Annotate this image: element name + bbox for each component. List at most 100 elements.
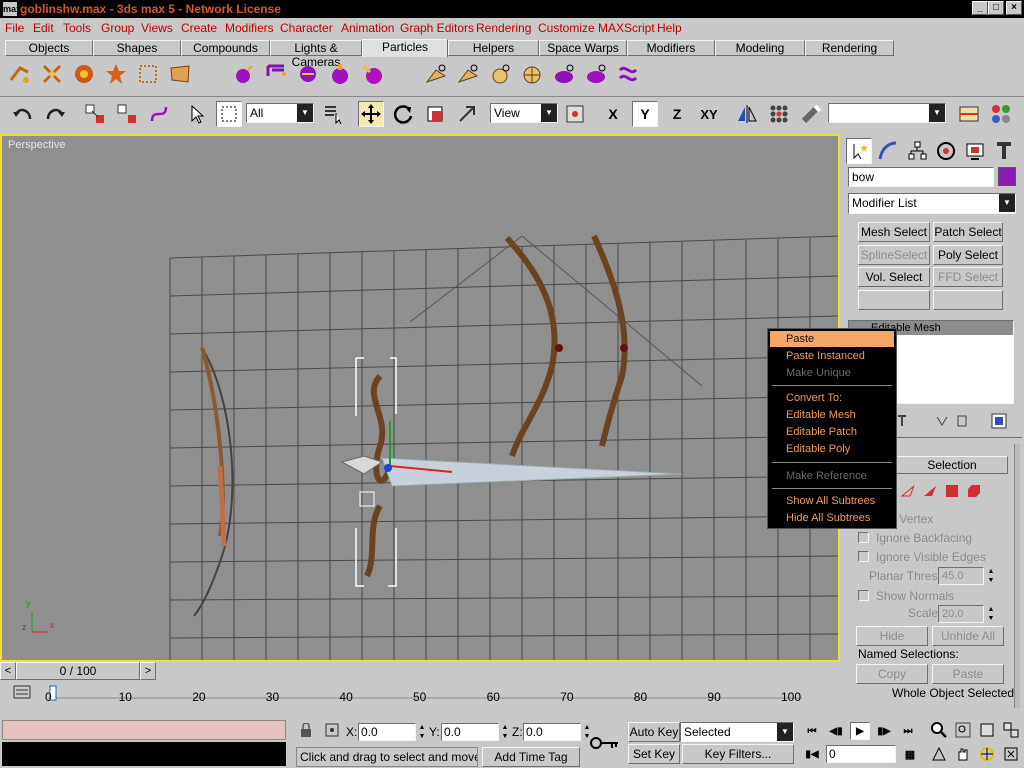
normals-scale-input[interactable]: 20.0: [938, 605, 984, 623]
y-coordinate-spinner[interactable]: ▲ ▼: [500, 723, 510, 741]
tab-helpers[interactable]: Helpers: [448, 40, 539, 56]
utilities-panel-icon[interactable]: [991, 138, 1017, 164]
array-icon[interactable]: [766, 101, 792, 127]
absolute-mode-icon[interactable]: [322, 720, 342, 740]
normals-scale-spinner[interactable]: ▲ ▼: [986, 605, 996, 623]
deflector-icon[interactable]: [294, 60, 322, 88]
pbomb-icon[interactable]: [358, 60, 386, 88]
align-icon[interactable]: [798, 101, 824, 127]
undo-icon[interactable]: [10, 101, 36, 127]
menu-modifiers[interactable]: Modifiers: [225, 21, 274, 35]
object-color-swatch[interactable]: [998, 167, 1016, 186]
tab-modifiers[interactable]: Modifiers: [627, 40, 715, 56]
tab-space-warps[interactable]: Space Warps: [539, 40, 627, 56]
displace-icon[interactable]: [614, 60, 642, 88]
x-coordinate-input[interactable]: 0.0: [358, 723, 416, 741]
menu-maxscript[interactable]: MAXScript: [598, 21, 655, 35]
menu-item-paste-instanced[interactable]: Paste Instanced: [770, 348, 894, 364]
edge-level-icon[interactable]: [898, 482, 918, 500]
reference-coord-dropdown[interactable]: View ▼: [490, 103, 558, 123]
previous-frame-icon[interactable]: ◀▮: [826, 722, 846, 740]
polygon-level-icon[interactable]: [942, 482, 962, 500]
maxscript-output[interactable]: [2, 742, 286, 766]
zoom-extents-icon[interactable]: [976, 720, 998, 740]
select-object-icon[interactable]: [184, 101, 210, 127]
menu-item-make-reference[interactable]: Make Reference: [770, 468, 894, 484]
tab-objects[interactable]: Objects: [5, 40, 93, 56]
menu-edit[interactable]: Edit: [33, 21, 54, 35]
close-button[interactable]: ×: [1006, 1, 1022, 15]
time-next-button[interactable]: >: [140, 662, 156, 680]
menu-customize[interactable]: Customize: [538, 21, 595, 35]
z-coordinate-input[interactable]: 0.0: [523, 723, 581, 741]
menu-character[interactable]: Character: [280, 21, 333, 35]
superspray-icon[interactable]: [166, 60, 194, 88]
zoom-all-icon[interactable]: [952, 720, 974, 740]
add-time-tag-button[interactable]: Add Time Tag: [482, 747, 580, 767]
vol-select-button[interactable]: Vol. Select: [858, 267, 930, 287]
modifier-list-dropdown[interactable]: Modifier List ▼: [848, 193, 1016, 214]
axis-xy-button[interactable]: XY: [696, 101, 722, 127]
object-name-field[interactable]: bow: [848, 167, 994, 187]
menu-item-paste[interactable]: Paste: [770, 331, 894, 347]
maximize-viewport-icon[interactable]: [1000, 744, 1022, 764]
menu-rendering[interactable]: Rendering: [476, 21, 531, 35]
unhide-all-button[interactable]: Unhide All: [932, 626, 1004, 646]
pan-hand-icon[interactable]: [952, 744, 974, 764]
tab-lights-cameras[interactable]: Lights & Cameras: [270, 40, 362, 69]
perspective-viewport[interactable]: Perspective y x z: [0, 134, 840, 662]
modify-panel-icon[interactable]: [875, 138, 901, 164]
planar-thresh-input[interactable]: 45.0: [938, 567, 984, 585]
blizzard-icon[interactable]: [70, 60, 98, 88]
pathfollow-icon[interactable]: [582, 60, 610, 88]
hierarchy-panel-icon[interactable]: [904, 138, 930, 164]
go-to-start-icon[interactable]: ⏮: [802, 722, 822, 740]
tab-rendering[interactable]: Rendering: [805, 40, 894, 56]
show-normals-checkbox[interactable]: [858, 590, 869, 601]
tab-particles[interactable]: Particles: [362, 39, 448, 57]
menu-help[interactable]: Help: [657, 21, 682, 35]
ignore-backfacing-checkbox[interactable]: [858, 532, 869, 543]
planar-thresh-spinner[interactable]: ▲ ▼: [986, 567, 996, 585]
face-level-icon[interactable]: [920, 482, 940, 500]
spline-select-button[interactable]: SplineSelect: [858, 245, 930, 265]
show-end-result-icon[interactable]: [932, 410, 952, 430]
menu-animation[interactable]: Animation: [341, 21, 394, 35]
time-prev-button[interactable]: <: [0, 662, 16, 680]
named-selection-dropdown[interactable]: ▼: [828, 103, 946, 123]
pivot-center-icon[interactable]: [562, 101, 588, 127]
element-level-icon[interactable]: [964, 482, 984, 500]
menu-graph-editors[interactable]: Graph Editors: [400, 21, 474, 35]
sphere-flect-icon[interactable]: [518, 60, 546, 88]
unlink-icon[interactable]: [114, 101, 140, 127]
menu-item-show-all-subtrees[interactable]: Show All Subtrees: [770, 493, 894, 509]
track-view-icon[interactable]: [956, 101, 982, 127]
rotate-icon[interactable]: [390, 101, 416, 127]
key-mode-icon[interactable]: [588, 728, 622, 758]
maxscript-mini-listener[interactable]: [2, 720, 286, 740]
time-configuration-icon[interactable]: ▦: [900, 744, 920, 764]
axis-z-button[interactable]: Z: [664, 101, 690, 127]
empty-modifier-button-1[interactable]: [858, 290, 930, 310]
configure-modifier-sets-icon[interactable]: [988, 410, 1010, 432]
move-icon[interactable]: [358, 101, 384, 127]
parray-icon[interactable]: [134, 60, 162, 88]
copy-selection-button[interactable]: Copy: [856, 664, 928, 684]
snow-icon[interactable]: [38, 60, 66, 88]
minimize-button[interactable]: _: [972, 1, 988, 15]
current-frame-input[interactable]: 0: [826, 745, 896, 763]
command-panel-scrollbar[interactable]: [1014, 444, 1020, 708]
pcloud-icon[interactable]: [102, 60, 130, 88]
select-link-icon[interactable]: [82, 101, 108, 127]
ignore-visible-edges-checkbox[interactable]: [858, 551, 869, 562]
key-filters-button[interactable]: Key Filters...: [682, 744, 794, 764]
manipulate-icon[interactable]: [454, 101, 480, 127]
menu-group[interactable]: Group: [101, 21, 134, 35]
scale-icon[interactable]: [422, 101, 448, 127]
tab-modeling[interactable]: Modeling: [715, 40, 805, 56]
menu-item-editable-patch[interactable]: Editable Patch: [770, 424, 894, 440]
zoom-icon[interactable]: [928, 720, 950, 740]
menu-item-hide-all-subtrees[interactable]: Hide All Subtrees: [770, 510, 894, 526]
create-panel-icon[interactable]: [846, 138, 872, 164]
play-icon[interactable]: ▶: [850, 722, 870, 740]
